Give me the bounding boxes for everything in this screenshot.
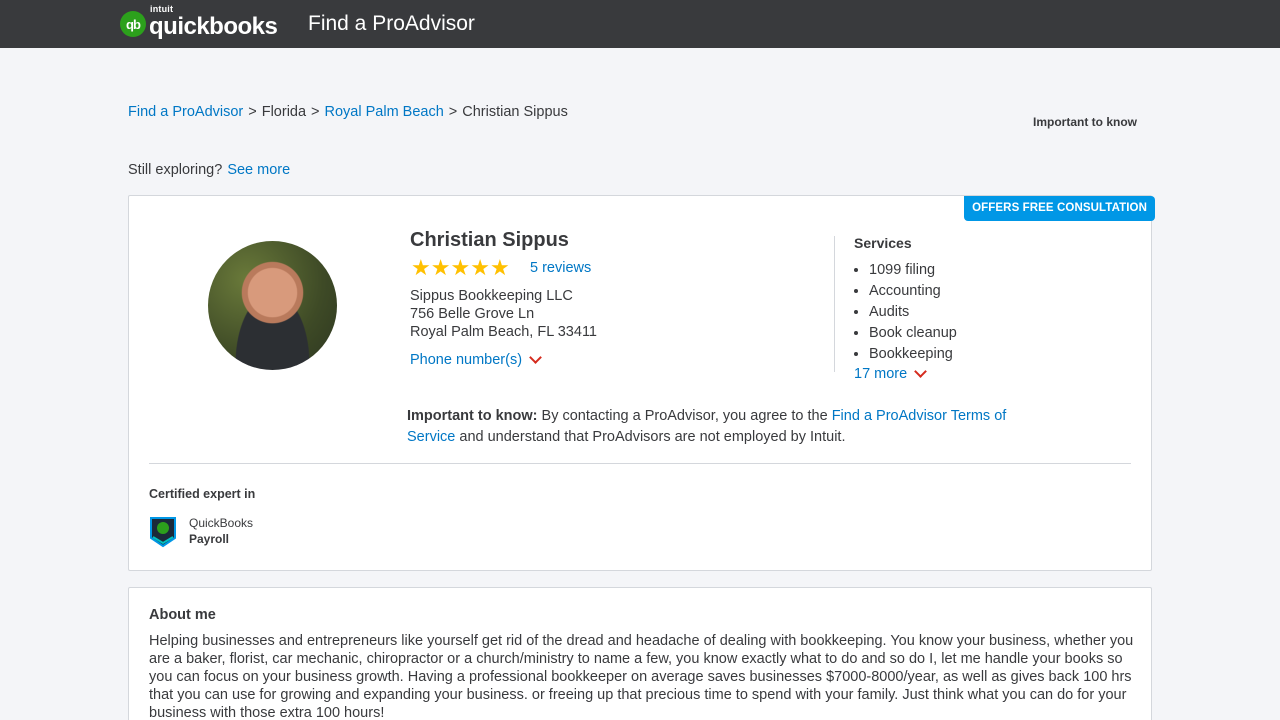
star-icon: ★ [470,255,490,280]
still-exploring: Still exploring? See more [128,162,290,178]
breadcrumb-separator: > [448,104,458,120]
chevron-down-icon [529,351,542,364]
advisor-name: Christian Sippus [410,229,569,251]
address-line-2: Royal Palm Beach, FL 33411 [410,324,597,340]
breadcrumb-separator: > [248,104,257,120]
certification-line-1: QuickBooks [189,516,254,530]
important-to-know-link[interactable]: Important to know [1033,115,1137,129]
company-name: Sippus Bookkeeping LLC [410,288,573,304]
logo-wordmark: intuit quickbooks [149,4,278,40]
horizontal-divider [149,463,1131,464]
breadcrumb-royal-palm-beach[interactable]: Royal Palm Beach [325,104,444,120]
star-icon: ★ [411,255,431,280]
phone-numbers-toggle[interactable]: Phone number(s) [410,351,542,368]
still-exploring-text: Still exploring? [128,162,223,178]
profile-card: OFFERS FREE CONSULTATION Christian Sippu… [128,195,1155,571]
certification-badge-icon [150,517,176,548]
service-item: 1099 filing [869,260,957,281]
about-text: Helping businesses and entrepreneurs lik… [149,633,1134,720]
about-title: About me [149,607,216,623]
services-more-toggle[interactable]: 17 more [854,365,928,382]
breadcrumb-current: Christian Sippus [462,104,568,120]
service-item: Audits [869,302,957,323]
service-item: Bookkeeping [869,344,957,365]
star-icon: ★ [489,255,510,280]
services-list: 1099 filing Accounting Audits Book clean… [869,260,957,365]
services-more-label: 17 more [854,366,908,382]
breadcrumb-separator: > [311,104,320,120]
logo-brand-text: quickbooks [149,13,278,40]
vertical-divider [834,236,835,372]
reviews-link[interactable]: 5 reviews [530,260,591,276]
about-card: About me Helping businesses and entrepre… [128,587,1152,720]
breadcrumb-find-proadvisor[interactable]: Find a ProAdvisor [128,104,243,120]
avatar [208,241,337,370]
service-item: Accounting [869,281,957,302]
notice-text-after: and understand that ProAdvisors are not … [455,429,846,445]
star-rating: ★ ★ ★ ★ ★ [411,257,510,279]
chevron-down-icon [914,365,928,378]
notice-text-before: By contacting a ProAdvisor, you agree to… [537,408,832,424]
quickbooks-logo[interactable]: qb intuit quickbooks [120,4,278,40]
breadcrumb-florida: Florida [261,104,307,120]
important-notice: Important to know: By contacting a ProAd… [407,406,1027,448]
phone-numbers-label: Phone number(s) [410,352,523,368]
star-icon: ★ [450,255,471,280]
top-bar: qb intuit quickbooks Find a ProAdvisor [0,0,1280,48]
address-line-1: 756 Belle Grove Ln [410,306,535,322]
breadcrumb: Find a ProAdvisor > Florida > Royal Palm Bea… [128,104,568,120]
quickbooks-logo-icon: qb [120,11,146,37]
service-item: Book cleanup [869,323,957,344]
certified-title: Certified expert in [149,487,256,501]
free-consultation-badge: OFFERS FREE CONSULTATION [964,196,1155,221]
certification-line-2: Payroll [189,532,230,546]
logo-intuit-text: intuit [150,4,174,14]
star-icon: ★ [430,255,451,280]
notice-label: Important to know: [407,408,538,424]
see-more-link[interactable]: See more [227,162,290,178]
header-title: Find a ProAdvisor [308,12,475,35]
services-title: Services [854,235,912,251]
